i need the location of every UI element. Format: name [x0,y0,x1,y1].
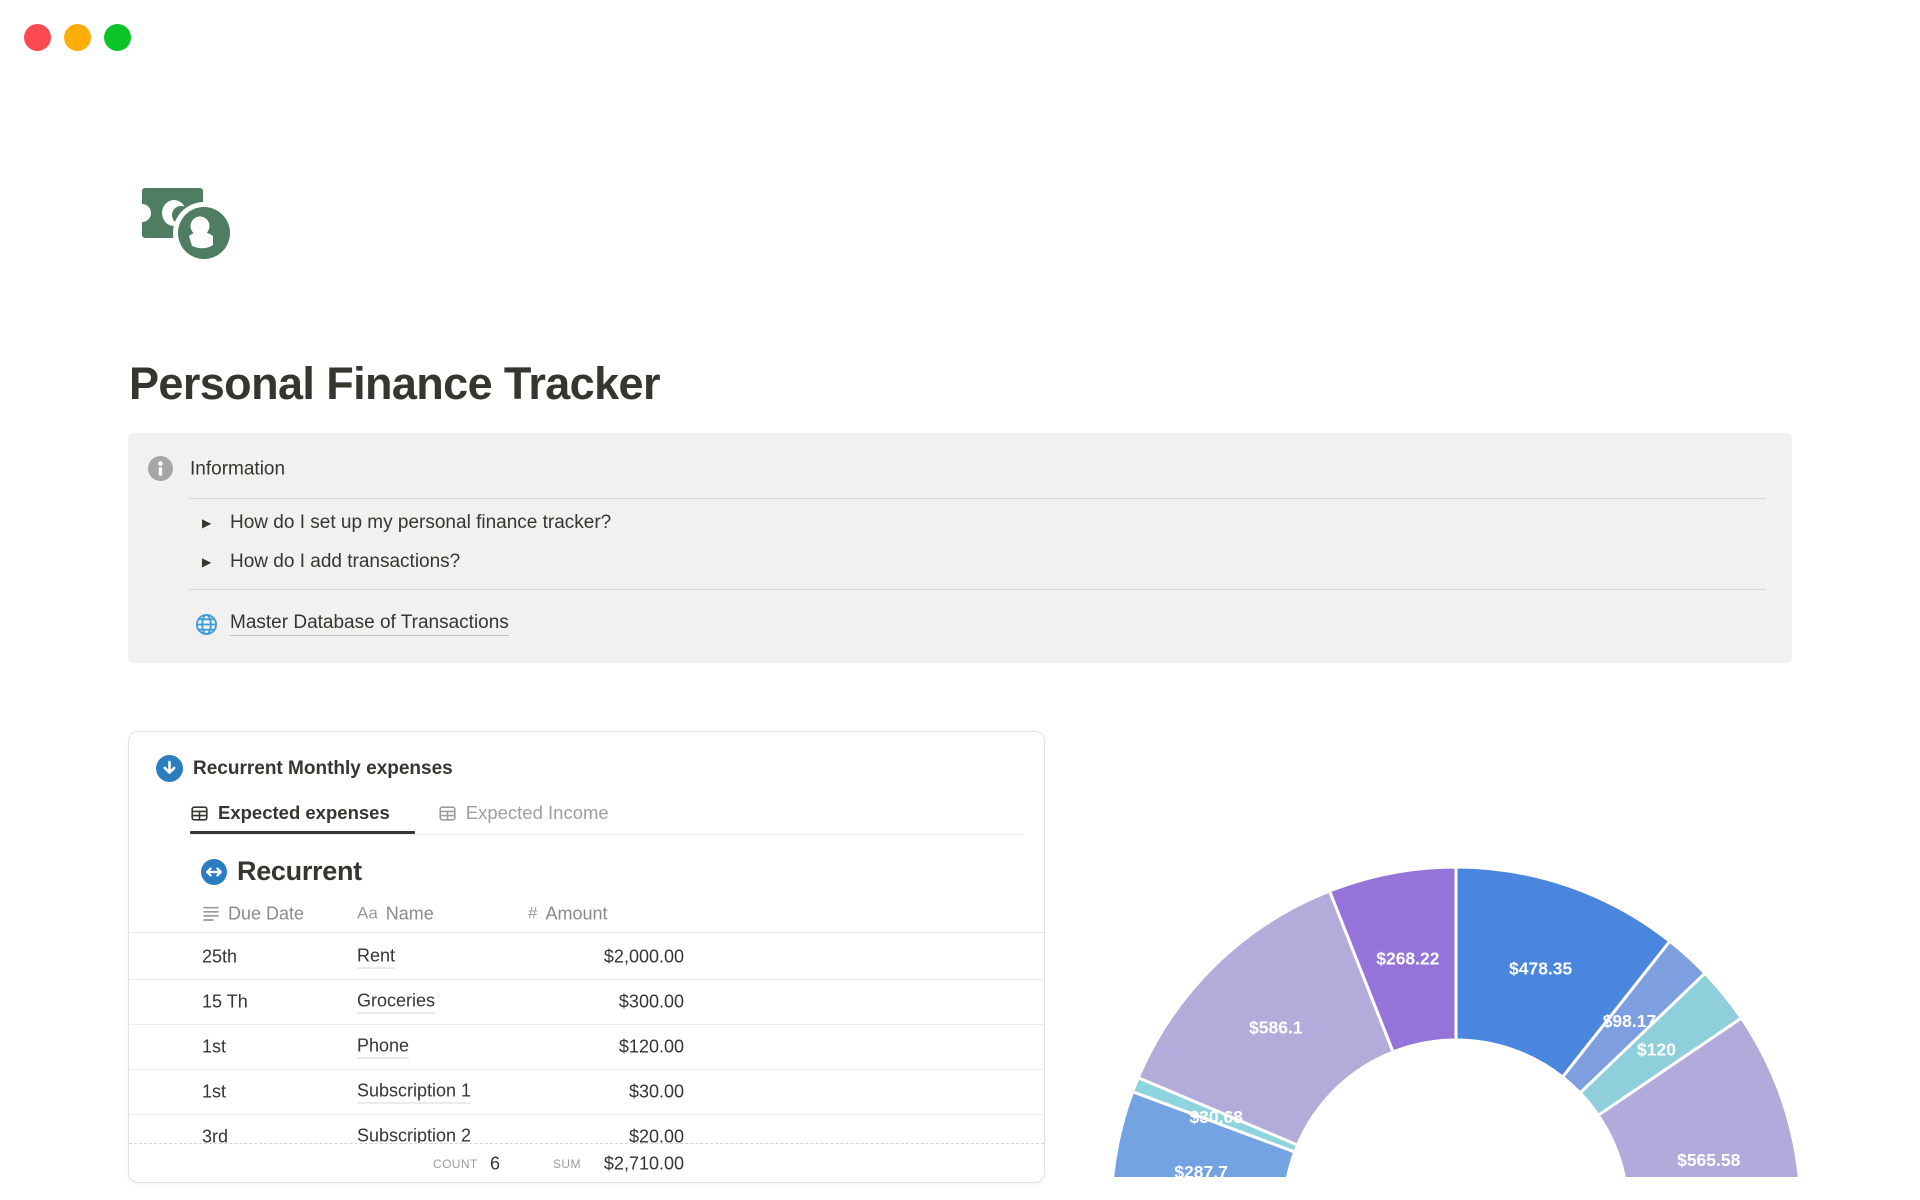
callout-title: Information [190,458,286,480]
toggle-label: How do I set up my personal finance trac… [230,512,612,533]
section-title[interactable]: Recurrent [237,856,362,887]
column-header-due-date[interactable]: Due Date [202,903,304,924]
master-database-link-row[interactable]: Master Database of Transactions [194,609,509,639]
window-controls [24,24,131,51]
close-window-button[interactable] [24,24,51,51]
toggle-triangle-icon[interactable]: ▶ [202,516,215,530]
active-tab-indicator [190,831,415,834]
donut-segment-label: $287.7 [1174,1162,1228,1177]
sum-label[interactable]: SUM [553,1157,581,1171]
toggle-add-transactions-question[interactable]: ▶ How do I add transactions? [202,547,460,577]
cell-amount[interactable]: $30.00 [528,1082,684,1103]
column-label: Name [385,903,434,923]
cell-name[interactable]: Subscription 1 [357,1081,472,1104]
cell-due-date[interactable]: 1st [202,1082,226,1103]
sum-value[interactable]: $2,710.00 [589,1153,684,1174]
left-right-arrow-circle-icon [201,858,227,885]
column-label: Due Date [228,903,305,923]
cell-due-date[interactable]: 25th [202,947,237,968]
donut-segment-label: $120 [1637,1040,1676,1060]
tab-label: Expected expenses [218,802,390,823]
master-database-link[interactable]: Master Database of Transactions [230,612,509,636]
recurrent-section-header: Recurrent [201,856,362,887]
view-tabs: Expected expenses Expected Income [190,794,609,832]
arrow-down-circle-icon [156,755,183,782]
cell-due-date[interactable]: 15 Th [202,992,248,1013]
toggle-triangle-icon[interactable]: ▶ [202,555,215,569]
tabs-baseline [190,834,1024,835]
expenses-donut-chart: $478.35 $98.17 $120 $565.58 $268.22 $586.1 $30… [1110,860,1810,1177]
cell-amount[interactable]: $120.00 [528,1037,684,1058]
callout-divider [189,589,1766,590]
number-property-icon: # [528,903,538,923]
table-body: 25th Rent $2,000.00 15 Th Groceries $300.00 1s… [129,935,1044,1159]
count-value[interactable]: 6 [490,1153,500,1174]
tab-expected-expenses[interactable]: Expected expenses [190,802,390,824]
page-title[interactable]: Personal Finance Tracker [129,358,660,410]
column-header-name[interactable]: Aa Name [357,903,434,924]
donut-segment-label: $30.68 [1189,1107,1243,1127]
donut-segment-label: $98.17 [1603,1011,1657,1031]
zoom-window-button[interactable] [104,24,131,51]
lines-icon [203,906,219,921]
card-header: Recurrent Monthly expenses [129,732,1044,792]
column-header-amount[interactable]: # Amount [528,903,608,924]
toggle-label: How do I add transactions? [230,551,461,572]
page-money-icon[interactable] [140,183,236,263]
donut-segment-label: $565.58 [1677,1150,1741,1170]
cell-name[interactable]: Phone [357,1036,410,1059]
table-row[interactable]: 1st Phone $120.00 [129,1025,1044,1070]
table-header: Due Date Aa Name # Amount [129,895,1044,932]
cell-due-date[interactable]: 1st [202,1037,226,1058]
info-icon [148,456,173,481]
table-view-icon [191,805,208,821]
count-label[interactable]: COUNT [433,1157,478,1171]
cell-amount[interactable]: $2,000.00 [528,947,684,968]
cell-amount[interactable]: $300.00 [528,992,684,1013]
table-row[interactable]: 1st Subscription 1 $30.00 [129,1070,1044,1115]
cell-name[interactable]: Groceries [357,991,436,1014]
table-view-icon [439,805,456,821]
notion-page: { "window": { "traffic_light_colors": ["… [0,0,1920,1200]
cell-name[interactable]: Rent [357,946,396,969]
toggle-setup-question[interactable]: ▶ How do I set up my personal finance tr… [202,508,611,538]
donut-segment-label: $478.35 [1509,958,1573,978]
table-calculation-row: COUNT 6 SUM $2,710.00 [129,1143,1044,1182]
donut-chart-svg: $478.35 $98.17 $120 $565.58 $268.22 $586.1 $30… [1111,865,1801,1177]
recurrent-expenses-card: Recurrent Monthly expenses Expected expe… [128,731,1045,1183]
information-callout: Information ▶ How do I set up my persona… [128,433,1792,663]
card-title: Recurrent Monthly expenses [193,758,453,779]
table-row[interactable]: 15 Th Groceries $300.00 [129,980,1044,1025]
tab-expected-income[interactable]: Expected Income [438,802,609,824]
callout-divider [189,498,1766,499]
minimize-window-button[interactable] [64,24,91,51]
column-label: Amount [545,903,608,923]
globe-icon [195,613,218,635]
text-property-icon: Aa [357,903,378,923]
table-row[interactable]: 25th Rent $2,000.00 [129,935,1044,980]
donut-segment-label: $268.22 [1376,949,1440,969]
tab-label: Expected Income [465,802,609,823]
donut-segment-label: $586.1 [1249,1017,1303,1037]
table-header-divider [129,932,1044,933]
